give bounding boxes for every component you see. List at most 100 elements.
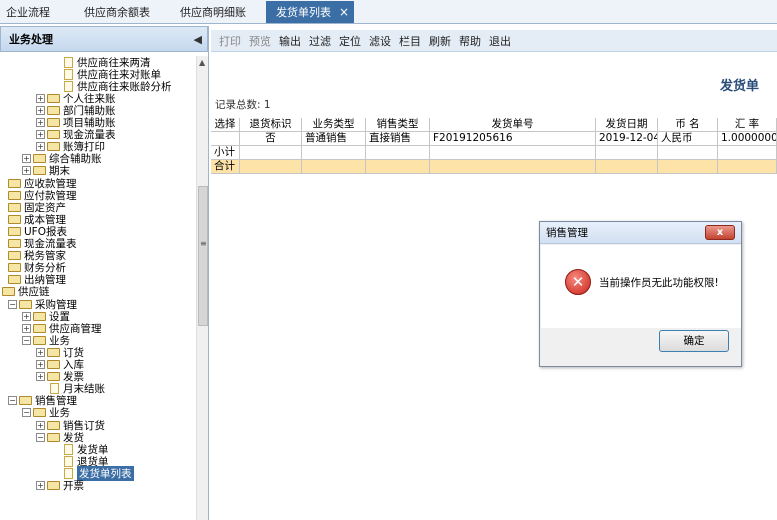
toolbar-button-2[interactable]: 输出 [275,33,305,49]
collapse-icon[interactable]: − [22,408,31,418]
grid-cell [596,160,658,174]
toolbar: 打印 预览 输出 过滤 定位 滤设 栏目 刷新 帮助 退出 [211,30,777,52]
expand-icon[interactable]: + [36,360,45,369]
collapse-icon[interactable]: − [8,299,17,309]
tab-label: 供应商明细账 [180,6,246,19]
expand-icon[interactable]: + [36,372,45,382]
folder-icon [8,214,21,224]
tab-label: 发货单列表 [276,6,331,19]
left-panel: 业务处理 ◀ 供应商往来两清 供应商往来对账单 供应商往来账龄分析 + 个人往来账 + 部门… [0,26,209,520]
expand-icon[interactable]: + [22,154,31,164]
toolbar-button-9[interactable]: 退出 [485,33,515,49]
toolbar-button-5[interactable]: 滤设 [365,33,395,49]
column-header[interactable]: 业务类型 [302,118,366,132]
column-header[interactable]: 退货标识 [240,118,302,132]
expand-icon[interactable]: + [22,311,31,321]
panel-title: 业务处理 [9,33,53,46]
collapse-icon[interactable]: − [36,432,45,442]
column-header[interactable]: 选择 [211,118,240,132]
tab-3[interactable]: 发货单列表 × [266,1,354,23]
toolbar-button-3[interactable]: 过滤 [305,33,335,49]
toolbar-button-8[interactable]: 帮助 [455,33,485,49]
folder-icon [2,287,15,297]
tab-close-icon[interactable]: × [339,5,349,19]
toolbar-button-7[interactable]: 刷新 [425,33,455,49]
grid-cell [658,146,718,160]
column-header[interactable]: 发货日期 [596,118,658,132]
table-row[interactable]: 否普通销售 直接销售 F20191205616 2019-12-04 人民币 1.0000… [211,132,777,146]
grid-cell [658,160,718,174]
ok-button[interactable]: 确定 [659,330,729,352]
grid-cell [366,160,430,174]
collapse-icon[interactable]: − [8,396,17,406]
table-row[interactable]: 合计 [211,160,777,174]
folder-icon [8,275,21,285]
folder-icon [19,299,32,309]
grid-cell: 1.0000000 [718,132,777,146]
toolbar-button-1[interactable]: 预览 [245,33,275,49]
folder-icon [47,142,60,152]
scroll-grip-icon: ≡ [200,239,207,248]
grid-cell [211,132,240,146]
expand-icon[interactable]: + [36,481,45,490]
table-row[interactable]: 小计 [211,146,777,160]
folder-icon [8,239,21,248]
panel-header[interactable]: 业务处理 ◀ [0,26,208,52]
tab-1[interactable]: 供应商余额表 [74,1,170,23]
grid-cell [302,146,366,160]
document-icon [64,455,73,467]
tab-2[interactable]: 供应商明细账 [170,1,264,23]
expand-icon[interactable]: + [36,118,45,127]
toolbar-button-0[interactable]: 打印 [215,33,245,49]
column-header[interactable]: 汇 率 [718,118,777,132]
permission-dialog: 销售管理 x ✕ 当前操作员无此功能权限! 确定 [539,221,742,367]
grid-cell [596,146,658,160]
tree-node[interactable]: + 开票 [36,480,84,492]
content-header: 发货单 记录总数: 1 [211,53,777,117]
grid-cell [718,146,777,160]
folder-icon [33,323,46,333]
tree-node-label: 开票 [63,480,84,492]
toolbar-button-4[interactable]: 定位 [335,33,365,49]
folder-icon [8,251,21,261]
document-icon [64,443,73,455]
grid-cell: 2019-12-04 [596,132,658,146]
grid-cell [240,146,302,160]
tree-scrollbar[interactable]: ▲ ≡ [196,56,208,520]
document-icon [64,68,73,80]
scroll-up-icon[interactable]: ▲ [199,58,205,67]
expand-icon[interactable]: + [36,142,45,152]
dialog-close-button[interactable]: x [705,225,735,240]
expand-icon[interactable]: + [36,347,45,357]
folder-icon [47,481,60,490]
folder-icon [47,372,60,382]
column-header[interactable]: 销售类型 [366,118,430,132]
folder-icon [8,226,21,236]
grid-cell [366,146,430,160]
tab-label: 企业流程 [6,6,50,19]
folder-icon [8,263,21,273]
expand-icon[interactable]: + [22,323,31,333]
collapse-icon[interactable]: − [22,335,31,345]
folder-icon [19,396,32,406]
folder-icon [8,202,21,212]
folder-icon [47,93,60,103]
collapse-arrow-icon[interactable]: ◀ [194,33,202,46]
grid-cell [430,146,596,160]
grid-cell: 合计 [211,160,240,174]
expand-icon[interactable]: + [36,420,45,430]
tab-0[interactable]: 企业流程 [0,1,74,23]
expand-icon[interactable]: + [36,105,45,115]
expand-icon[interactable]: + [36,93,45,103]
record-count: 记录总数: 1 [215,99,271,111]
expand-icon[interactable]: + [36,130,45,140]
folder-icon [47,432,60,442]
folder-icon [33,408,46,418]
scroll-thumb[interactable] [198,186,208,326]
toolbar-button-6[interactable]: 栏目 [395,33,425,49]
expand-icon[interactable]: + [22,166,31,176]
column-header[interactable]: 发货单号 [430,118,596,132]
dialog-message: 当前操作员无此功能权限! [599,277,719,289]
folder-icon [47,420,60,430]
column-header[interactable]: 币 名 [658,118,718,132]
